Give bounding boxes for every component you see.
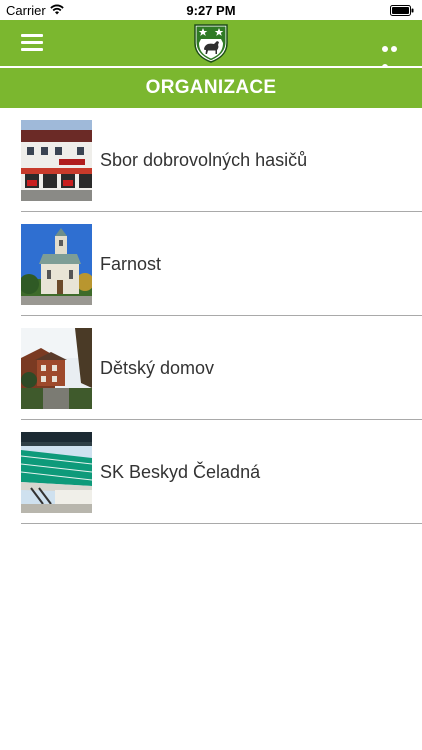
page-title: ORGANIZACE bbox=[145, 77, 277, 98]
childrens-home-photo bbox=[21, 328, 92, 409]
title-bar: ORGANIZACE bbox=[0, 68, 422, 108]
stadium-photo bbox=[21, 432, 92, 513]
list-item-label: Farnost bbox=[100, 254, 162, 274]
status-bar: Carrier 9:27 PM bbox=[0, 0, 422, 20]
hamburger-menu-icon[interactable] bbox=[21, 34, 43, 51]
list-separator bbox=[21, 523, 422, 524]
list-item-childrens-home[interactable]: Dětský domov bbox=[0, 316, 422, 420]
fire-station-photo bbox=[21, 120, 92, 201]
list-item-fire-brigade[interactable]: Sbor dobrovolných hasičů bbox=[0, 108, 422, 212]
navigation-bar bbox=[0, 20, 422, 70]
church-photo bbox=[21, 224, 92, 305]
more-dots-icon[interactable] bbox=[382, 39, 406, 70]
list-item-label: Dětský domov bbox=[100, 358, 215, 378]
list-item-parish[interactable]: Farnost bbox=[0, 212, 422, 316]
battery-icon bbox=[390, 5, 414, 16]
list-item-label: Sbor dobrovolných hasičů bbox=[100, 150, 308, 170]
status-time: 9:27 PM bbox=[186, 3, 236, 18]
list-item-sports-club[interactable]: SK Beskyd Čeladná bbox=[0, 420, 422, 524]
list-item-label: SK Beskyd Čeladná bbox=[100, 462, 261, 482]
organization-list: Sbor dobrovolných hasičů Farnost Dětský … bbox=[0, 108, 422, 524]
municipal-crest-icon bbox=[194, 24, 228, 63]
